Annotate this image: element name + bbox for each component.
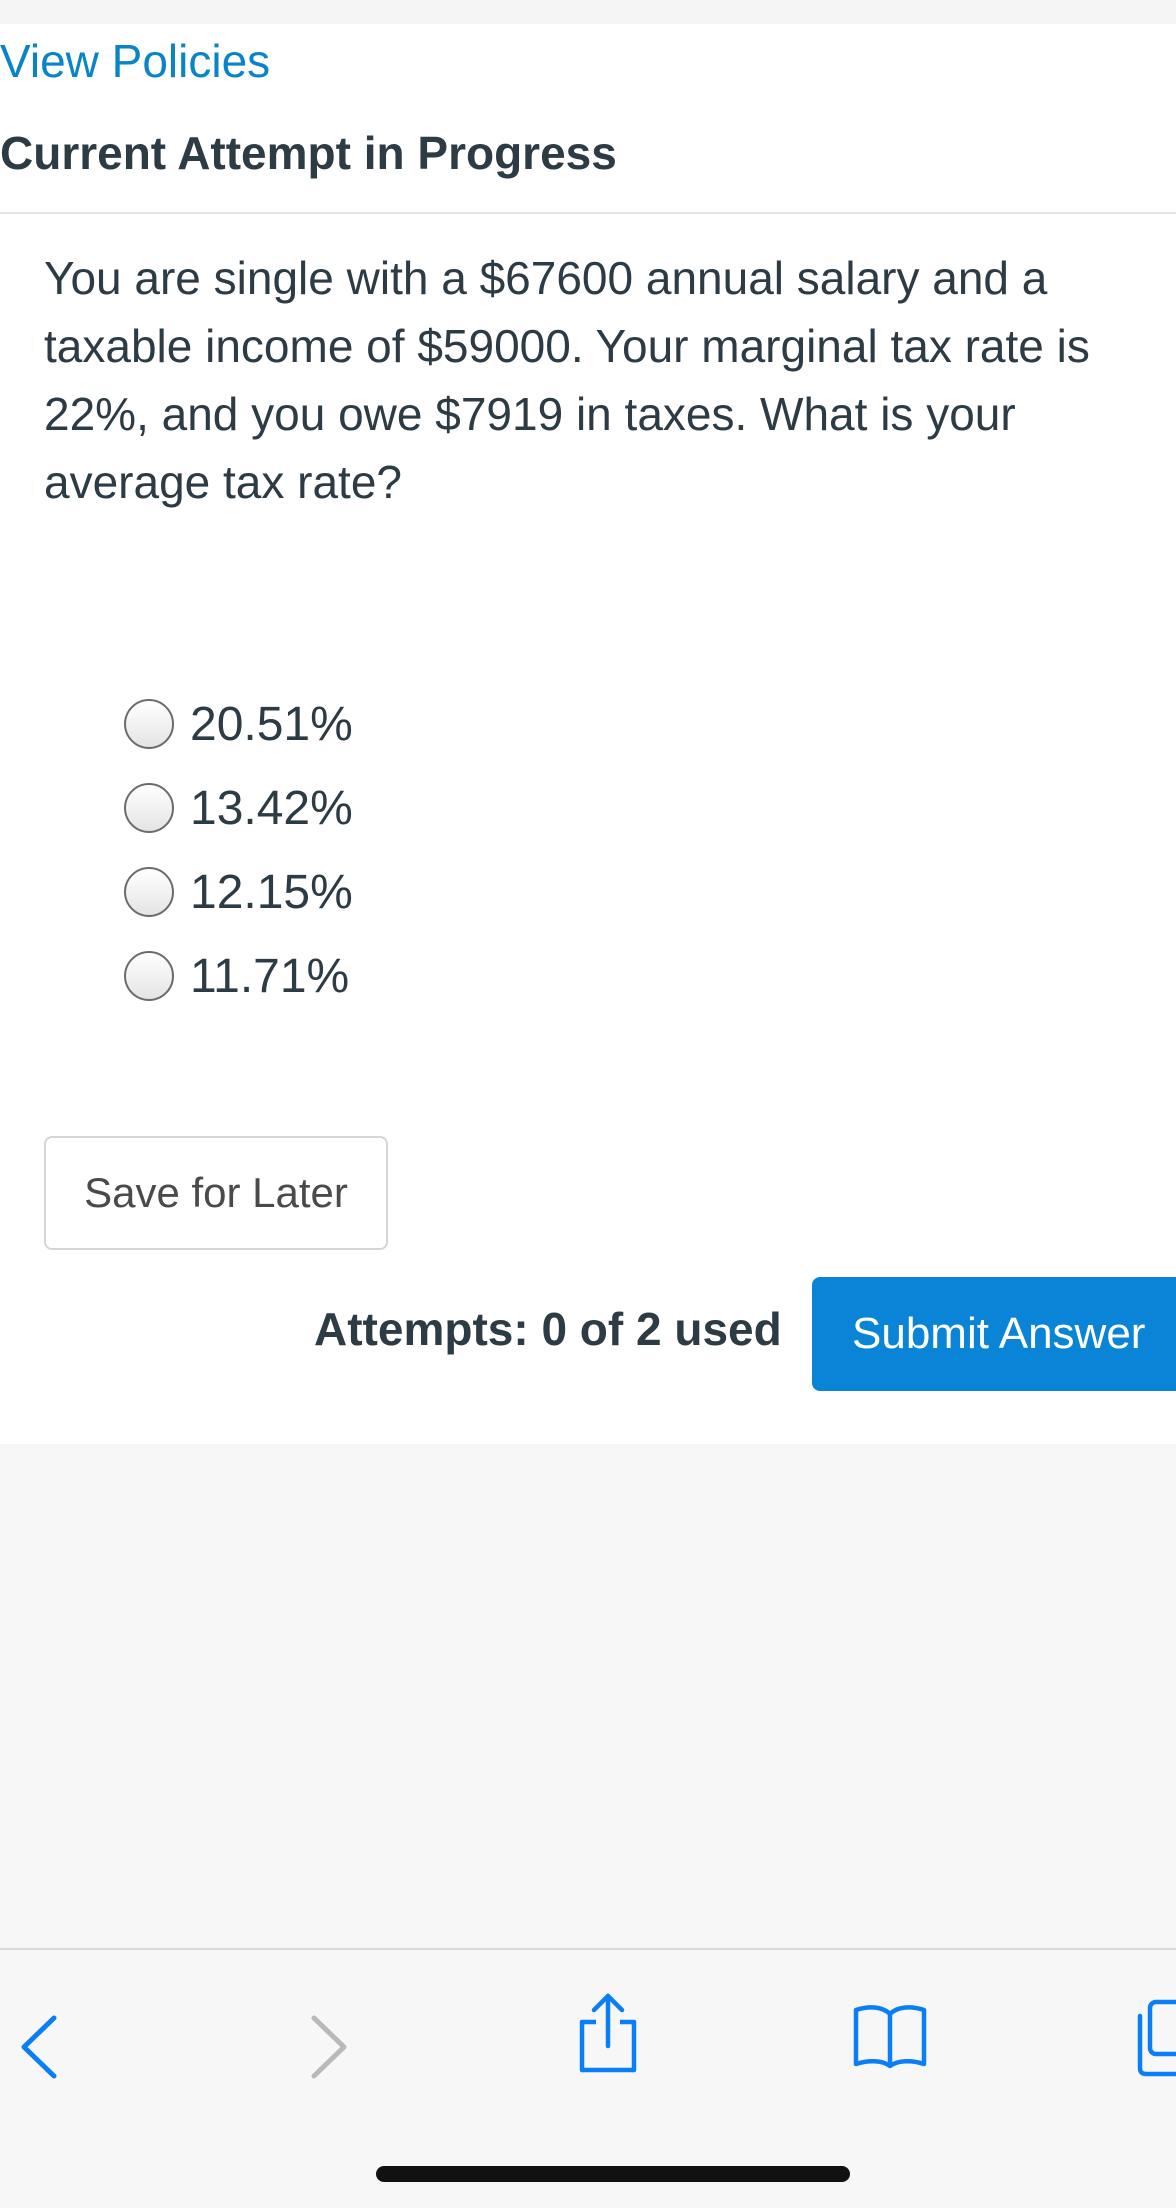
radio-button[interactable]	[124, 951, 174, 1001]
question-text: You are single with a $67600 annual sala…	[44, 252, 1090, 508]
save-for-later-button[interactable]: Save for Later	[44, 1136, 388, 1250]
answer-option-label: 12.15%	[190, 865, 353, 919]
back-icon[interactable]	[16, 2012, 62, 2082]
submit-answer-button[interactable]: Submit Answer	[812, 1277, 1176, 1391]
bookmarks-icon[interactable]	[852, 2004, 928, 2070]
submit-answer-label: Submit Answer	[852, 1309, 1146, 1358]
answer-options: 20.51% 13.42% 12.15% 11.71%	[124, 682, 353, 1018]
answer-option-label: 11.71%	[190, 949, 350, 1003]
header-divider	[0, 212, 1176, 214]
radio-button[interactable]	[124, 699, 174, 749]
view-policies-link[interactable]: View Policies	[0, 34, 270, 88]
share-icon[interactable]	[576, 1992, 640, 2076]
forward-icon[interactable]	[306, 2012, 352, 2082]
status-strip	[0, 0, 1176, 24]
answer-option-label: 20.51%	[190, 697, 353, 751]
attempt-title: Current Attempt in Progress	[0, 127, 617, 179]
attempts-counter: Attempts: 0 of 2 used	[314, 1303, 782, 1355]
home-indicator	[376, 2166, 850, 2182]
save-for-later-label: Save for Later	[84, 1169, 348, 1216]
radio-button[interactable]	[124, 867, 174, 917]
answer-option[interactable]: 13.42%	[124, 766, 353, 850]
radio-button[interactable]	[124, 783, 174, 833]
answer-option-label: 13.42%	[190, 781, 353, 835]
tabs-icon[interactable]	[1136, 1998, 1176, 2078]
answer-option[interactable]: 20.51%	[124, 682, 353, 766]
answer-option[interactable]: 12.15%	[124, 850, 353, 934]
answer-option[interactable]: 11.71%	[124, 934, 353, 1018]
